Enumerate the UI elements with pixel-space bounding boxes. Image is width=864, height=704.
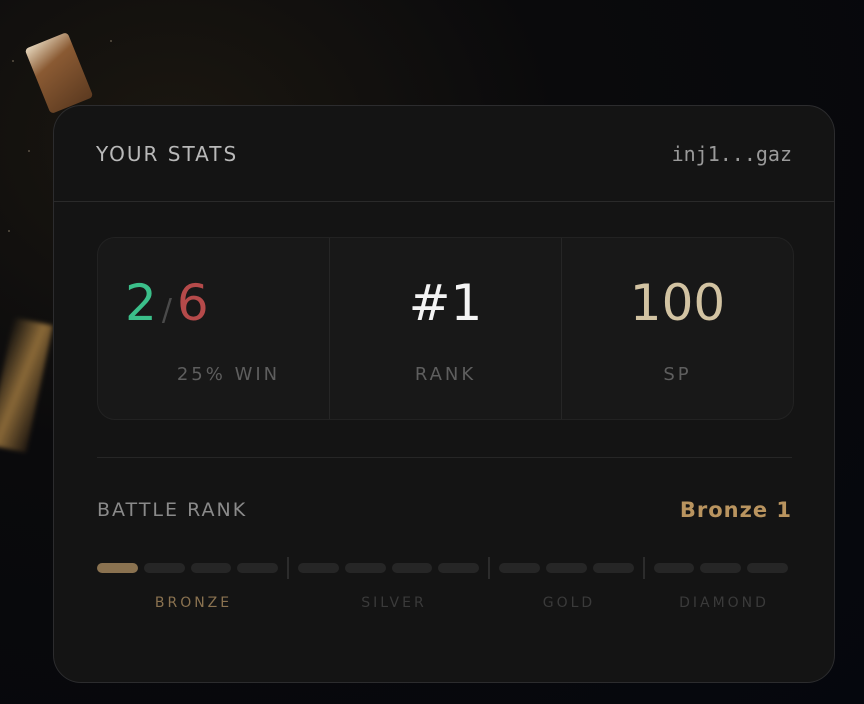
background-speck [12,60,14,62]
wins-count: 2 [125,274,157,332]
tier-divider [287,557,290,579]
background-speck [110,40,112,42]
rank-progress-segment [700,563,742,573]
sp-label: SP [663,364,692,385]
background-glow [0,317,54,453]
tier-divider [488,557,491,579]
win-loss-value: 2/6 [98,272,329,342]
sp-stat: 100 SP [561,238,793,419]
win-loss-stat: 2/6 25% WIN [98,238,329,419]
rank-progress-segment [298,563,339,573]
losses-count: 6 [176,274,209,332]
rank-progress-segment [653,563,695,573]
tier-label-diamond: DIAMOND [679,595,769,611]
battle-rank-value: Bronze 1 [679,498,792,522]
rank-progress-segment [391,563,433,573]
tier-label-silver: SILVER [361,595,427,611]
tier-label-gold: GOLD [542,595,596,611]
tier-label-bronze: BRONZE [154,595,233,611]
win-loss-separator: / [161,293,172,328]
background-speck [8,230,10,232]
wallet-address[interactable]: inj1...gaz [672,142,792,166]
rank-progress-segment [499,563,540,573]
rank-progress-segment [237,563,279,573]
background-shard [24,31,94,115]
battle-rank-progress-bar [97,556,794,580]
rank-progress-segment [747,563,788,573]
background-speck [28,150,30,152]
rank-value: #1 [408,274,483,332]
tier-divider [642,557,645,579]
rank-progress-segment [592,563,634,573]
sp-value: 100 [629,274,726,332]
stats-card: YOUR STATS inj1...gaz 2/6 25% WIN #1 RAN… [53,105,835,683]
battle-rank-label: BATTLE RANK [97,499,248,521]
rank-progress-segment [438,563,480,573]
section-divider [97,457,792,458]
card-header: YOUR STATS inj1...gaz [54,106,834,202]
rank-progress-segment [344,563,386,573]
battle-rank-header: BATTLE RANK Bronze 1 [97,498,792,522]
stats-panel: 2/6 25% WIN #1 RANK 100 SP [97,237,794,420]
win-rate-label: 25% WIN [176,364,281,385]
rank-stat: #1 RANK [329,238,561,419]
rank-progress-segment [190,563,232,573]
rank-progress-segment [546,563,587,573]
rank-progress-segment [143,563,185,573]
rank-progress-segment [97,563,138,573]
rank-label: RANK [414,364,477,385]
card-title: YOUR STATS [96,141,239,166]
